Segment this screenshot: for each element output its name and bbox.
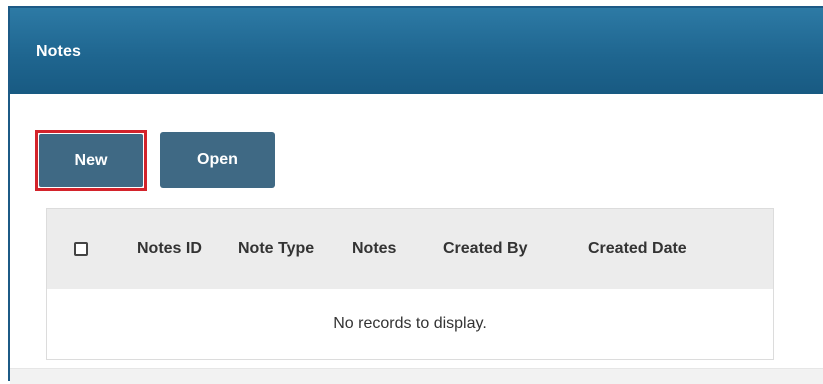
column-header-notes-id[interactable]: Notes ID <box>137 240 202 258</box>
column-header-note-type[interactable]: Note Type <box>238 240 314 258</box>
new-button[interactable]: New <box>39 134 143 187</box>
column-header-notes[interactable]: Notes <box>352 240 396 258</box>
column-header-created-by[interactable]: Created By <box>443 240 527 258</box>
panel-footer <box>10 368 823 384</box>
notes-panel: Notes New Open Notes ID Note Type Notes … <box>8 6 823 384</box>
open-button[interactable]: Open <box>160 132 275 188</box>
notes-grid: Notes ID Note Type Notes Created By Crea… <box>46 208 774 360</box>
panel-header: Notes <box>10 8 823 94</box>
empty-message: No records to display. <box>333 315 487 332</box>
panel-title: Notes <box>36 43 81 60</box>
select-all-checkbox[interactable] <box>74 242 88 256</box>
grid-header-row: Notes ID Note Type Notes Created By Crea… <box>47 209 773 289</box>
column-header-created-date[interactable]: Created Date <box>588 240 687 258</box>
